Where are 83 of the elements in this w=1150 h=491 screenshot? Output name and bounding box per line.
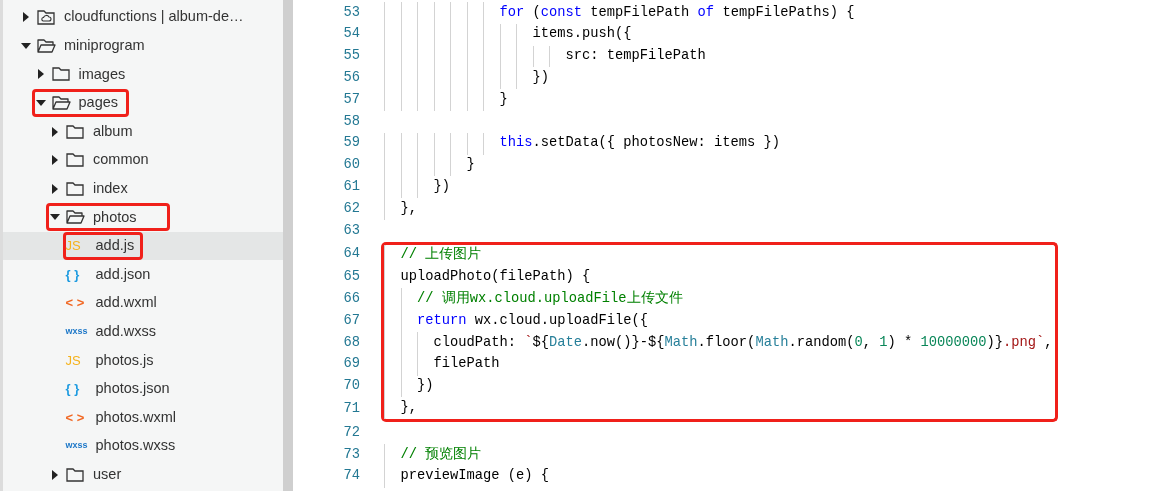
json-file-icon: { }	[65, 264, 96, 285]
file-tree-item[interactable]: < > photos.wxml	[3, 403, 283, 432]
line-number: 74	[342, 467, 361, 486]
file-tree-label: pages	[78, 93, 118, 113]
file-tree-item[interactable]: JS add.js	[3, 231, 283, 261]
file-tree-label: photos.json	[95, 379, 170, 399]
line-number: 65	[342, 268, 361, 287]
file-tree-item[interactable]: images	[3, 60, 283, 89]
file-tree-item[interactable]: index	[3, 174, 283, 204]
code-line: previewImage (e) {	[400, 467, 550, 486]
line-number: 63	[342, 221, 361, 240]
line-number: 67	[342, 311, 361, 330]
file-tree-label: index	[93, 179, 128, 198]
line-number: 55	[342, 47, 361, 66]
code-line: }	[466, 156, 475, 175]
file-tree-item[interactable]: miniprogram	[3, 31, 283, 61]
wxss-file-icon: wxss	[65, 325, 96, 339]
file-tree-label: photos.wxml	[95, 407, 177, 427]
line-number: 70	[342, 377, 361, 396]
file-tree-item[interactable]: < > add.wxml	[3, 288, 283, 318]
js-file-icon: JS	[65, 236, 96, 256]
line-number: 57	[342, 90, 361, 109]
line-number: 62	[342, 199, 361, 218]
code-line: },	[400, 398, 418, 417]
file-tree-item[interactable]: JS photos.js	[3, 346, 283, 375]
file-tree-label: add.wxml	[95, 293, 157, 313]
file-tree-item[interactable]: pages	[3, 88, 283, 118]
js-file-icon: JS	[65, 350, 96, 371]
code-line: filePath	[433, 355, 500, 374]
file-tree-item[interactable]: wxss photos.wxss	[3, 431, 283, 461]
file-tree-item[interactable]: photos	[3, 203, 283, 232]
file-tree-item[interactable]: user	[3, 460, 283, 490]
line-number: 60	[342, 156, 361, 175]
file-tree-item[interactable]: cloudfunctions | album-de…	[3, 3, 283, 32]
line-number: 56	[342, 68, 361, 87]
code-line: // 上传图片	[400, 245, 482, 265]
line-number: 73	[342, 445, 361, 464]
code-line: })	[433, 177, 451, 196]
code-line: this.setData({ photosNew: items })	[499, 134, 781, 153]
line-number: 53	[342, 3, 361, 22]
code-line: }	[499, 90, 508, 109]
code-line: // 调用wx.cloud.uploadFile上传文件	[417, 289, 683, 308]
file-tree-label: common	[93, 150, 149, 170]
code-line: cloudPath: `${Date.now()}-${Math.floor(Math.random(0, 1) * 10000000)}.png`,	[433, 333, 1053, 352]
file-tree-label: add.wxss	[95, 321, 156, 341]
file-tree-label: add.json	[95, 264, 151, 284]
file-tree-item[interactable]: { } add.json	[3, 260, 283, 289]
code-line: return wx.cloud.uploadFile({	[417, 311, 649, 330]
file-tree-label: album	[93, 121, 133, 141]
file-tree-label: user	[93, 464, 122, 484]
file-tree-item[interactable]: wxss add.wxss	[3, 317, 283, 347]
file-tree-label: miniprogram	[64, 36, 145, 55]
code-line: // 预览图片	[400, 445, 482, 464]
json-file-icon: { }	[65, 379, 96, 399]
line-number: 54	[342, 25, 361, 44]
code-line: },	[400, 199, 418, 218]
code-line: for (const tempFilePath of tempFilePaths) {	[499, 3, 855, 22]
file-tree-label: images	[78, 64, 126, 84]
line-number: 61	[342, 177, 361, 196]
code-line: uploadPhoto(filePath) {	[400, 268, 591, 287]
code-line: })	[532, 68, 550, 87]
file-tree-item[interactable]: { } photos.json	[3, 374, 283, 404]
file-tree-item[interactable]: common	[3, 145, 283, 175]
file-tree-label: photos.wxss	[95, 436, 176, 456]
file-tree-label: add.js	[95, 236, 135, 256]
file-tree-label: cloudfunctions | album-de…	[64, 7, 244, 27]
wxss-file-icon: wxss	[65, 439, 96, 453]
file-tree-item[interactable]: album	[3, 117, 283, 146]
code-line: })	[417, 377, 434, 396]
line-number: 72	[342, 423, 361, 442]
line-number: 66	[342, 289, 361, 308]
line-number: 68	[342, 333, 361, 352]
line-number: 71	[342, 400, 361, 419]
code-line: src: tempFilePath	[565, 47, 706, 66]
code-line: items.push({	[532, 25, 632, 44]
line-number: 59	[342, 134, 361, 153]
file-tree-label: photos.js	[95, 350, 154, 370]
wxml-file-icon: < >	[65, 407, 96, 428]
line-number: 64	[342, 244, 361, 263]
line-number: 69	[342, 355, 361, 374]
line-number: 58	[342, 112, 361, 131]
wxml-file-icon: < >	[65, 293, 96, 313]
file-tree-label: photos	[93, 207, 137, 227]
